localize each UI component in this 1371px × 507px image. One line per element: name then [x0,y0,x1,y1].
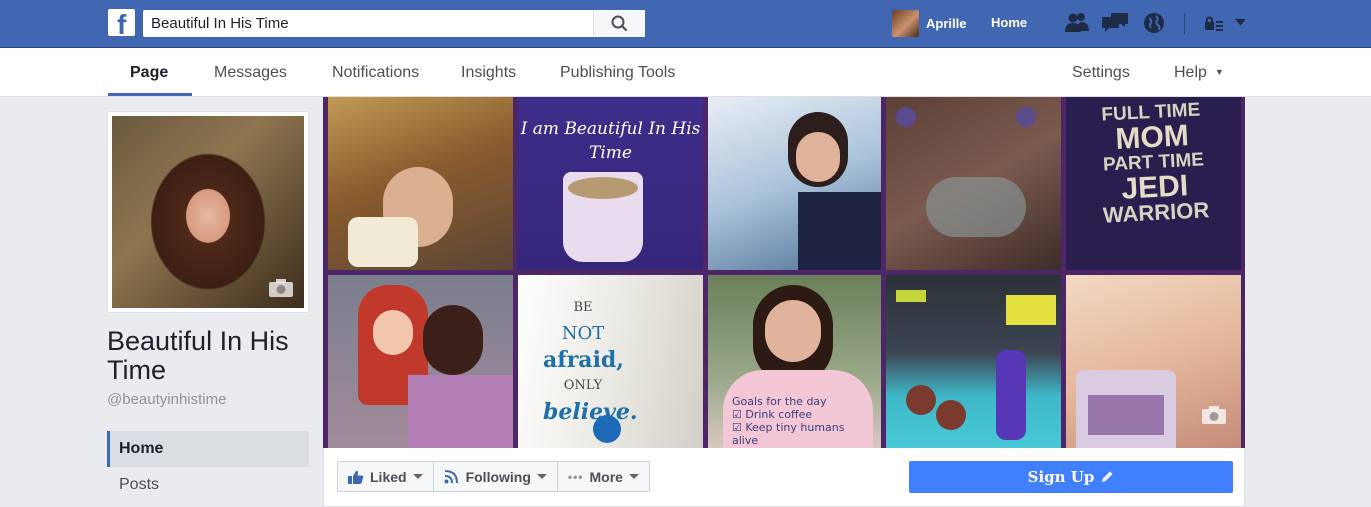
search-icon [611,15,628,32]
sign-up-label: Sign Up [1027,468,1095,486]
pencil-icon [1102,471,1113,482]
liked-label: Liked [370,468,407,485]
caret-down-icon [412,474,423,479]
page-tabs-bar: Page Messages Notifications Insights Pub… [0,48,1371,97]
cover-tile-mug-shirt: I am Beautiful In His Time [518,97,703,270]
following-label: Following [465,468,531,485]
thumbs-up-icon [348,470,364,484]
cover-tile-gym [886,275,1061,448]
rss-feed-icon [444,469,458,483]
cover-tile-mug-bed [1066,275,1241,448]
messages-icon[interactable] [1101,12,1129,34]
search-input[interactable] [143,10,593,37]
more-button[interactable]: ••• More [558,462,649,491]
privacy-shortcuts-icon[interactable] [1204,15,1224,33]
tab-publishing-tools[interactable]: Publishing Tools [560,64,675,82]
top-bar: f Aprille Home [0,0,1371,48]
sign-up-button[interactable]: Sign Up [909,461,1233,493]
globe-notifications-icon[interactable] [1143,12,1165,34]
caret-down-icon [536,474,547,479]
camera-icon[interactable] [1201,405,1227,425]
page-title: Beautiful In His Time [107,326,289,385]
following-button[interactable]: Following [434,462,558,491]
search-button[interactable] [593,10,645,37]
bible-line-3: afraid, [543,347,624,373]
facebook-logo-icon[interactable]: f [108,9,135,40]
profile-picture-frame[interactable] [107,111,309,313]
active-tab-indicator [108,93,192,96]
tab-notifications[interactable]: Notifications [332,64,419,82]
goals-line-1: Goals for the day [732,395,827,408]
caret-down-icon: ▼ [1214,67,1224,77]
cover-tile-jedi-shirt: FULL TIME MOM PART TIME JEDI WARRIOR [1066,97,1241,270]
page-actions-bar: Liked Following ••• More Sign Up [323,448,1245,507]
cover-tile-goals-shirt: Goals for the day ☑ Drink coffee ☑ Keep … [708,275,881,448]
tab-insights[interactable]: Insights [461,64,516,82]
topbar-divider [1184,13,1185,34]
help-label: Help [1174,64,1207,81]
cover-tile-shoes [886,97,1061,270]
tab-help[interactable]: Help ▼ [1174,64,1224,82]
bible-line-2: NOT [561,323,605,344]
bible-line-1: BE [573,300,593,315]
more-dots-icon: ••• [567,469,584,484]
friend-requests-icon[interactable] [1064,12,1090,34]
caret-down-icon [628,474,639,479]
avatar [892,10,919,37]
cover-tile-nursing [708,97,881,270]
page-action-buttons: Liked Following ••• More [337,461,650,492]
goals-line-2: ☑ Drink coffee [732,408,813,421]
profile-picture [112,116,304,308]
cover-tile-bible: BE NOT afraid, ONLY believe. [518,275,703,448]
home-link[interactable]: Home [991,15,1027,30]
camera-icon[interactable] [268,278,294,298]
goals-line-3: ☑ Keep tiny humans alive [732,421,845,447]
cover-photo[interactable]: I am Beautiful In His Time FULL TIME MOM… [323,97,1245,448]
cover-tile-kiss [328,275,513,448]
liked-button[interactable]: Liked [338,462,434,491]
tab-settings[interactable]: Settings [1072,64,1130,82]
profile-link[interactable]: Aprille [892,10,966,37]
tab-page[interactable]: Page [130,64,168,82]
user-name: Aprille [926,16,967,31]
sidebar-item-home[interactable]: Home [107,431,309,467]
page-handle[interactable]: @beautyinhistime [107,391,226,408]
tab-messages[interactable]: Messages [214,64,287,82]
sidebar-item-posts[interactable]: Posts [107,467,309,503]
chevron-down-icon[interactable] [1234,18,1247,27]
tile-mug-shirt-text: I am Beautiful In His Time [520,119,701,163]
search-box [143,10,645,37]
bible-line-4: ONLY [563,378,603,393]
more-label: More [589,468,623,485]
cover-tile-curlers [328,97,513,270]
